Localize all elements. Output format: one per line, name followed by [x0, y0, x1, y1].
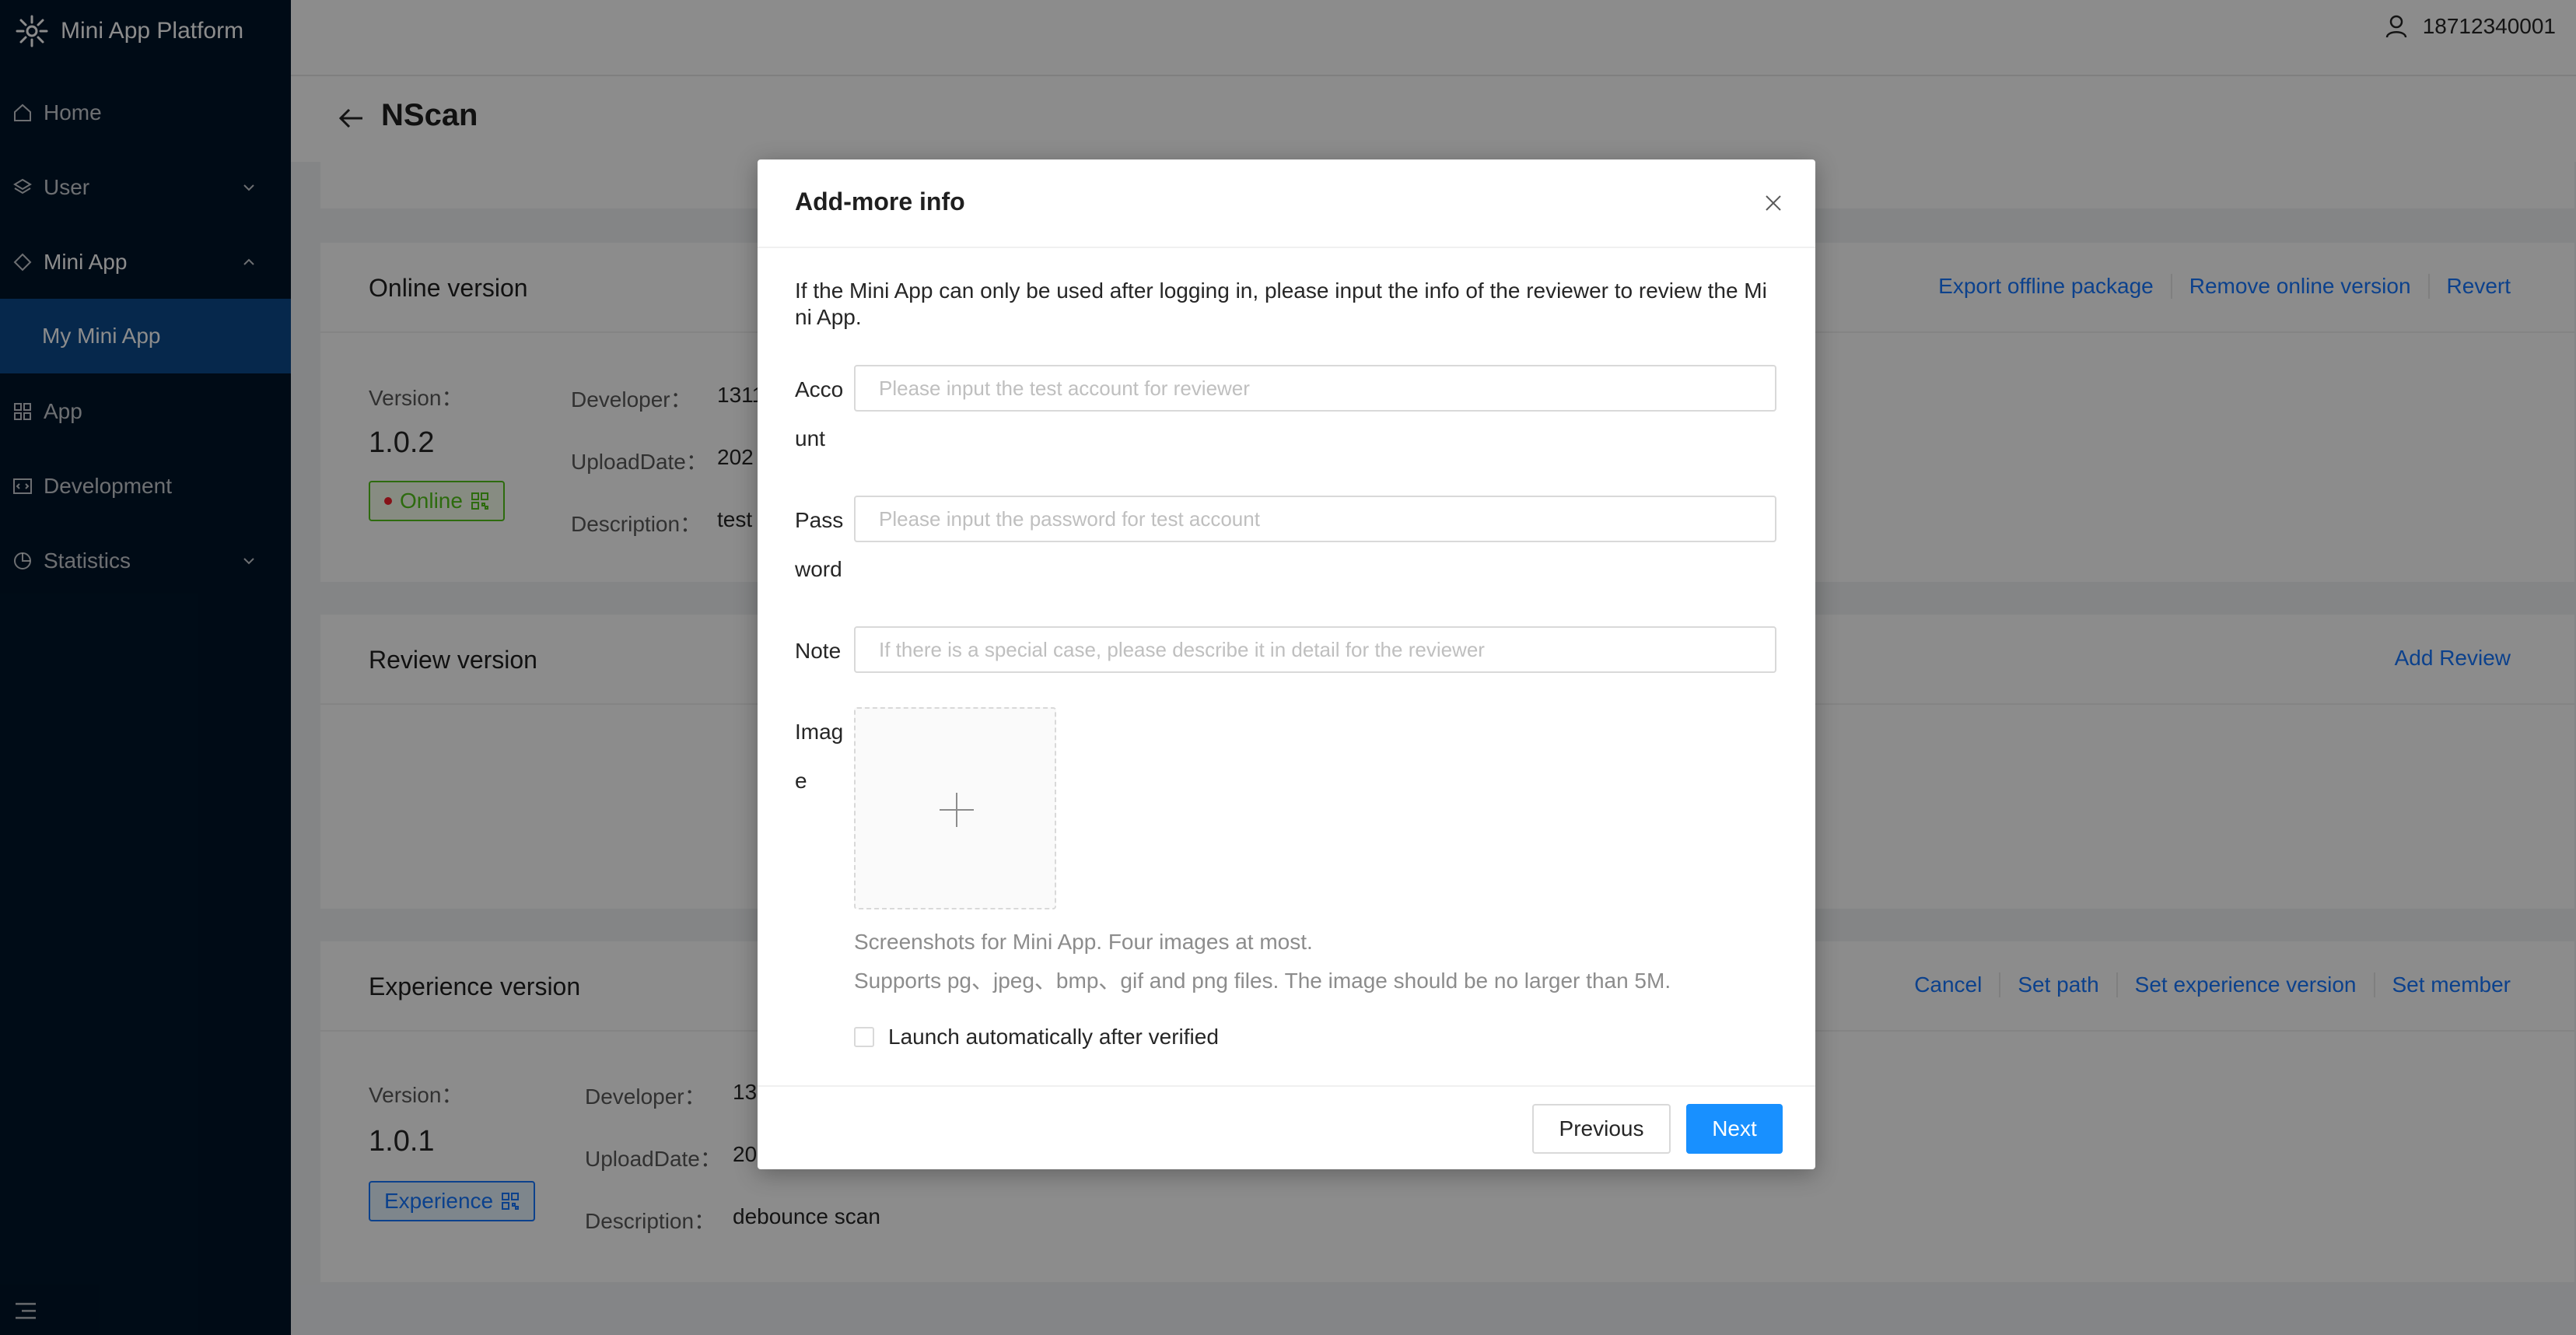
- image-upload-area[interactable]: [854, 707, 1056, 909]
- account-input[interactable]: [854, 365, 1776, 412]
- password-input[interactable]: [854, 496, 1776, 542]
- password-label: Password: [795, 508, 844, 581]
- upload-hint-formats: Supports pg、jpeg、bmp、gif and png files. …: [854, 969, 1671, 993]
- launch-auto-label: Launch automatically after verified: [888, 1025, 1219, 1049]
- upload-hint-count: Screenshots for Mini App. Four images at…: [854, 930, 1313, 954]
- note-input[interactable]: [854, 626, 1776, 673]
- plus-icon: [940, 793, 974, 827]
- account-label: Account: [795, 377, 844, 450]
- close-icon[interactable]: [1762, 192, 1784, 214]
- launch-auto-checkbox[interactable]: [854, 1027, 874, 1047]
- add-more-info-dialog: Add-more info If the Mini App can only b…: [758, 159, 1815, 1169]
- note-label: Note: [795, 639, 842, 663]
- dialog-header-divider: [758, 247, 1815, 248]
- image-label: Image: [795, 720, 844, 793]
- previous-button[interactable]: Previous: [1532, 1104, 1671, 1154]
- next-button[interactable]: Next: [1686, 1104, 1783, 1154]
- dialog-intro-text: If the Mini App can only be used after l…: [795, 279, 1767, 329]
- dialog-title: Add-more info: [795, 187, 965, 215]
- launch-auto-option[interactable]: Launch automatically after verified: [854, 1025, 1219, 1049]
- dialog-footer-divider: [758, 1085, 1815, 1087]
